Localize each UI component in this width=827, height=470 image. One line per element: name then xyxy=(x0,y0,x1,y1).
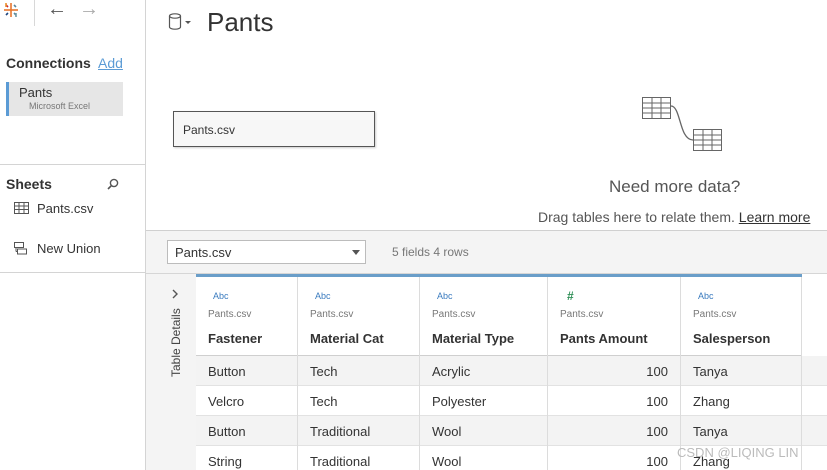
grid-cell[interactable]: Velcro xyxy=(196,386,297,416)
grid-cell[interactable]: Tech xyxy=(298,356,419,386)
sheets-heading: Sheets xyxy=(6,176,52,192)
column-source: Pants.csv xyxy=(208,309,252,320)
grid-cell[interactable]: Tanya xyxy=(681,356,801,386)
grid-row-filler xyxy=(802,446,827,470)
datasource-title[interactable]: Pants xyxy=(207,7,274,38)
column-field-name[interactable]: Material Cat xyxy=(310,331,384,346)
string-type-icon[interactable]: Abc xyxy=(437,291,453,301)
column-source: Pants.csv xyxy=(432,309,476,320)
learn-more-link[interactable]: Learn more xyxy=(739,209,811,225)
grid-cell[interactable]: Button xyxy=(196,416,297,446)
grid-cell[interactable]: Polyester xyxy=(420,386,547,416)
grid-cell[interactable]: Zhang xyxy=(681,386,801,416)
tableau-logo-icon[interactable] xyxy=(2,1,20,19)
sheet-item-label: Pants.csv xyxy=(37,200,94,216)
table-icon xyxy=(14,202,29,214)
search-icon[interactable] xyxy=(106,177,120,191)
forward-arrow-icon[interactable]: → xyxy=(79,0,99,19)
add-connection-link[interactable]: Add xyxy=(98,55,123,71)
drag-tables-hint: Drag tables here to relate them. Learn m… xyxy=(538,209,810,225)
grid-cell[interactable]: Acrylic xyxy=(420,356,547,386)
grid-cell[interactable]: Tanya xyxy=(681,416,801,446)
column-field-name[interactable]: Pants Amount xyxy=(560,331,648,346)
connections-heading: Connections xyxy=(6,55,91,71)
grid-cell[interactable]: String xyxy=(196,446,297,470)
grid-row-filler xyxy=(802,356,827,386)
column-header[interactable]: # Pants.csv Pants Amount xyxy=(548,277,680,356)
sidebar-divider xyxy=(0,164,146,165)
table-select-dropdown[interactable]: Pants.csv xyxy=(167,240,366,264)
column-source: Pants.csv xyxy=(310,309,354,320)
grid-column-fastener: Abc Pants.csv Fastener Button Velcro But… xyxy=(196,277,298,470)
column-source: Pants.csv xyxy=(693,309,737,320)
chevron-down-icon xyxy=(352,250,360,255)
fields-rows-summary: 5 fields 4 rows xyxy=(392,245,469,259)
string-type-icon[interactable]: Abc xyxy=(698,291,714,301)
grid-cell[interactable]: Traditional xyxy=(298,416,419,446)
grid-cell[interactable]: Wool xyxy=(420,446,547,470)
back-arrow-icon[interactable]: ← xyxy=(47,0,67,19)
grid-column-pants-amount: # Pants.csv Pants Amount 100 100 100 100 xyxy=(548,277,681,470)
column-field-name[interactable]: Material Type xyxy=(432,331,514,346)
column-field-name[interactable]: Salesperson xyxy=(693,331,770,346)
column-field-name[interactable]: Fastener xyxy=(208,331,262,346)
grid-row-filler xyxy=(802,416,827,446)
grid-cell[interactable]: 100 xyxy=(548,416,680,446)
sheet-item-pants-csv[interactable]: Pants.csv xyxy=(14,199,93,217)
grid-cell[interactable]: 100 xyxy=(548,386,680,416)
relate-tables-icon xyxy=(642,97,722,151)
string-type-icon[interactable]: Abc xyxy=(213,291,229,301)
grid-cell[interactable]: Button xyxy=(196,356,297,386)
column-header[interactable]: Abc Pants.csv Fastener xyxy=(196,277,297,356)
watermark-text: CSDN @LIQING LIN xyxy=(677,445,799,460)
grid-cell[interactable]: Traditional xyxy=(298,446,419,470)
grid-cell[interactable]: 100 xyxy=(548,356,680,386)
grid-cell[interactable]: Wool xyxy=(420,416,547,446)
column-header[interactable]: Abc Pants.csv Material Cat xyxy=(298,277,419,356)
column-header[interactable]: Abc Pants.csv Salesperson xyxy=(681,277,801,356)
grid-column-material-cat: Abc Pants.csv Material Cat Tech Tech Tra… xyxy=(298,277,420,470)
chevron-right-icon[interactable] xyxy=(170,288,180,300)
top-nav-bar: ← → xyxy=(0,0,146,28)
connection-name: Pants xyxy=(19,85,53,100)
string-type-icon[interactable]: Abc xyxy=(315,291,331,301)
need-more-data-heading: Need more data? xyxy=(609,177,741,196)
column-source: Pants.csv xyxy=(560,309,604,320)
grid-column-salesperson: Abc Pants.csv Salesperson Tanya Zhang Ta… xyxy=(681,277,802,470)
connection-item-pants[interactable]: Pants Microsoft Excel xyxy=(6,82,123,116)
grid-cell[interactable]: 100 xyxy=(548,446,680,470)
datasource-cylinder-icon[interactable] xyxy=(168,12,194,32)
sheet-item-label: New Union xyxy=(37,240,101,256)
table-select-value: Pants.csv xyxy=(175,245,232,260)
number-type-icon[interactable]: # xyxy=(567,289,574,303)
canvas-table-pants-csv[interactable]: Pants.csv xyxy=(173,111,375,147)
column-header[interactable]: Abc Pants.csv Material Type xyxy=(420,277,547,356)
union-icon xyxy=(14,242,27,255)
sheet-item-new-union[interactable]: New Union xyxy=(14,239,101,257)
grid-column-material-type: Abc Pants.csv Material Type Acrylic Poly… xyxy=(420,277,548,470)
table-details-toggle[interactable]: Table Details xyxy=(169,308,183,377)
drag-hint-text: Drag tables here to relate them. xyxy=(538,209,735,225)
connection-type: Microsoft Excel xyxy=(29,101,91,111)
sidebar-divider xyxy=(0,272,146,273)
grid-row-filler xyxy=(802,386,827,416)
grid-cell[interactable]: Tech xyxy=(298,386,419,416)
toolbar-divider xyxy=(34,0,35,26)
